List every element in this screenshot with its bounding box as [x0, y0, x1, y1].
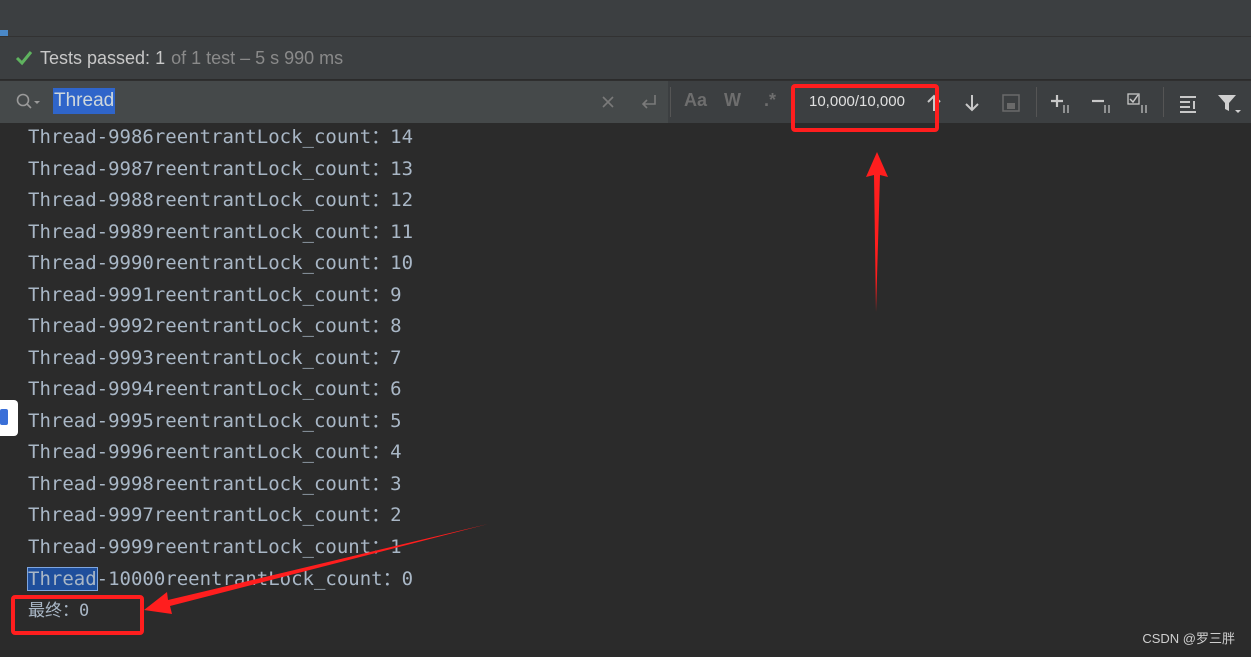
separator [670, 87, 671, 117]
watermark: CSDN @罗三胖 [1142, 631, 1235, 646]
search-icon[interactable] [16, 93, 44, 111]
status-count: 1 [155, 47, 166, 68]
console-line: Thread-9993reentrantLock_count：7 [28, 346, 402, 369]
side-plugin-badge[interactable] [0, 400, 18, 436]
separator [1036, 87, 1037, 117]
check-icon [14, 48, 34, 68]
console-line: Thread-9986reentrantLock_count：14 [28, 126, 414, 148]
add-cursor-icon[interactable] [1048, 91, 1072, 115]
console-line: Thread-9992reentrantLock_count：8 [28, 315, 402, 337]
console-output: Thread-9986reentrantLock_count：14 Thread-… [0, 123, 1251, 657]
console-line: Thread-9997reentrantLock_count：2 [28, 504, 402, 526]
remove-cursor-icon[interactable] [1089, 91, 1113, 115]
regex-toggle[interactable]: .* [764, 90, 776, 111]
console-line: Thread-9990reentrantLock_count：10 [28, 252, 414, 274]
window-top-bar [0, 0, 1251, 37]
find-toolbar: Thread Aa W .* 10,000/10,000 [0, 80, 1251, 124]
filter-icon[interactable] [1216, 91, 1241, 115]
test-status-bar: Tests passed: 1 of 1 test – 5 s 990 ms [0, 37, 1251, 79]
clear-icon[interactable] [600, 94, 616, 110]
match-case-toggle[interactable]: Aa [684, 90, 707, 111]
status-detail: of 1 test – 5 s 990 ms [171, 47, 344, 68]
select-occurrences-icon[interactable] [1126, 91, 1150, 115]
annotation-box-counter [791, 84, 939, 132]
console-line: Thread-9988reentrantLock_count：12 [28, 189, 414, 211]
tool-window-accent [0, 30, 8, 36]
console-line-last: Thread-10000reentrantLock_count：0 [27, 567, 414, 591]
filter-lines-icon[interactable] [1177, 91, 1201, 115]
console-line: Thread-9994reentrantLock_count：6 [28, 378, 402, 400]
plugin-icon [0, 409, 8, 425]
console-line: Thread-9996reentrantLock_count：4 [28, 441, 402, 463]
whole-words-toggle[interactable]: W [724, 90, 741, 111]
console-line: Thread-9998reentrantLock_count：3 [28, 472, 402, 495]
console-line: Thread-9991reentrantLock_count：9 [28, 283, 402, 306]
annotation-box-final [11, 595, 144, 635]
console-line: Thread-9987reentrantLock_count：13 [28, 157, 414, 180]
console-line: Thread-9999reentrantLock_count：1 [28, 535, 402, 558]
search-field[interactable]: Thread [0, 81, 668, 123]
separator [1163, 87, 1164, 117]
newline-icon[interactable] [638, 92, 660, 112]
select-all-icon[interactable] [999, 91, 1023, 115]
search-input[interactable]: Thread [53, 88, 116, 114]
console-line-rest: -10000reentrantLock_count：0 [96, 568, 414, 590]
arrow-down-icon[interactable] [960, 91, 984, 115]
search-match-highlight: Thread [27, 567, 98, 591]
console-line: Thread-9995reentrantLock_count：5 [28, 409, 402, 432]
console-line: Thread-9989reentrantLock_count：11 [28, 220, 414, 243]
status-label: Tests passed: [40, 47, 151, 68]
